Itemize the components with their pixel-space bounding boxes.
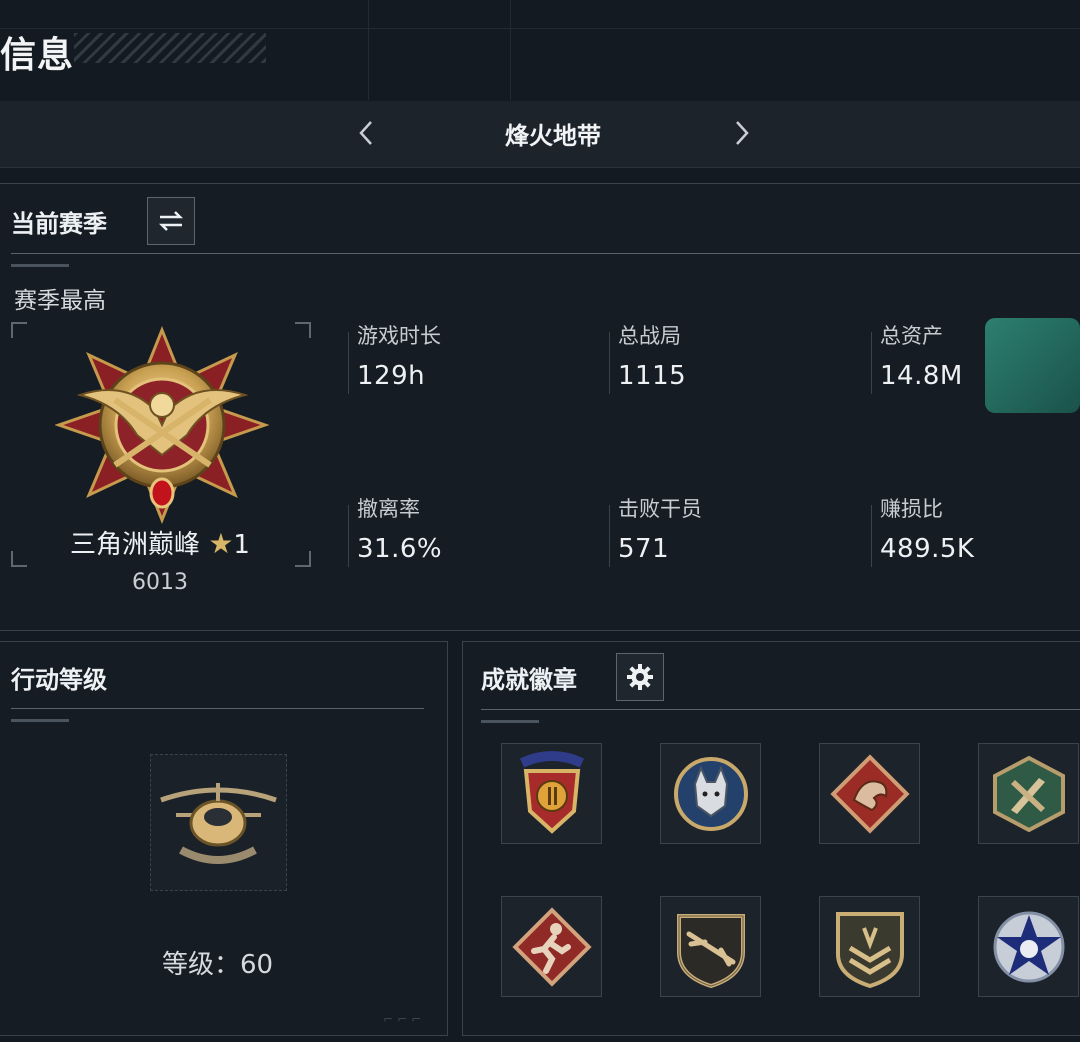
divider-accent — [11, 719, 69, 722]
badge-slot-4[interactable] — [978, 743, 1079, 844]
season-section-title: 当前赛季 — [11, 210, 107, 238]
stat-label-profit-loss-ratio: 赚损比 — [880, 497, 943, 521]
gear-icon — [627, 664, 653, 690]
badge-slot-6[interactable] — [660, 896, 761, 997]
swap-icon — [158, 211, 184, 231]
runner-badge-icon — [511, 906, 592, 987]
badge-slot-1[interactable] — [501, 743, 602, 844]
background-line — [0, 28, 1080, 29]
badge-slot-7[interactable] — [819, 896, 920, 997]
divider-accent — [11, 264, 69, 267]
stat-value-operators-defeated: 571 — [618, 534, 670, 564]
section-divider — [481, 709, 1080, 710]
frame-corner — [11, 551, 27, 567]
rank-score: 6013 — [132, 570, 188, 595]
stat-label-total-matches: 总战局 — [618, 324, 681, 348]
stat-value-total-assets: 14.8M — [880, 361, 963, 391]
stat-label-extraction-rate: 撤离率 — [357, 497, 420, 521]
level-label: 等级： — [161, 950, 240, 980]
stat-value-play-time: 129h — [357, 361, 426, 391]
page-title: 信息 — [0, 35, 75, 76]
rank-title: 三角洲巅峰 ★1 — [30, 524, 290, 561]
stat-separator — [609, 505, 610, 567]
action-level-section-title: 行动等级 — [11, 666, 107, 694]
frame-corner — [11, 322, 27, 338]
badge-slot-5[interactable] — [501, 896, 602, 997]
stat-label-play-time: 游戏时长 — [357, 324, 441, 348]
badge-slot-2[interactable] — [660, 743, 761, 844]
stat-value-extraction-rate: 31.6% — [357, 534, 443, 564]
level-display: 等级：60 — [0, 944, 435, 981]
rifle-badge-icon — [676, 913, 745, 988]
lynx-badge-icon — [673, 756, 748, 831]
stat-value-profit-loss-ratio: 489.5K — [880, 534, 975, 564]
background-line — [510, 0, 511, 100]
badges-section-title: 成就徽章 — [481, 666, 577, 694]
badge-slot-8[interactable] — [978, 896, 1079, 997]
background-line — [368, 0, 369, 100]
rank-name: 三角洲巅峰 — [70, 530, 201, 560]
stat-label-operators-defeated: 击败干员 — [618, 497, 702, 521]
chevron-left-icon — [359, 121, 372, 145]
chevron-right-icon — [736, 121, 749, 145]
stat-separator — [871, 332, 872, 394]
shield-star-badge-icon — [519, 750, 584, 834]
stat-label-total-assets: 总资产 — [880, 324, 943, 348]
star-icon: ★ — [208, 527, 234, 560]
star-emblem-badge-icon — [993, 911, 1064, 982]
frame-corner — [295, 551, 311, 567]
title-decoration — [74, 33, 266, 63]
stat-separator — [871, 505, 872, 567]
helicopter-emblem-icon — [160, 783, 277, 864]
level-emblem-frame — [150, 754, 287, 891]
badge-slot-3[interactable] — [819, 743, 920, 844]
section-divider — [11, 253, 1080, 254]
rank-stars: 1 — [233, 530, 250, 560]
mode-title: 烽火地带 — [505, 122, 601, 150]
frame-corner — [295, 322, 311, 338]
switch-season-button[interactable] — [147, 197, 195, 245]
previous-mode-button[interactable] — [347, 113, 387, 153]
season-best-label: 赛季最高 — [14, 288, 106, 314]
level-value: 60 — [239, 950, 274, 980]
decorative-marks: ⌐⌐⌐ — [383, 1012, 426, 1026]
stat-separator — [348, 505, 349, 567]
next-mode-button[interactable] — [721, 113, 761, 153]
stat-separator — [609, 332, 610, 394]
blurred-item-icon — [985, 318, 1080, 413]
weapons-badge-icon — [992, 755, 1065, 832]
section-divider — [11, 708, 424, 709]
stat-separator — [348, 332, 349, 394]
chevron-shield-badge-icon — [835, 911, 904, 988]
badge-settings-button[interactable] — [616, 653, 664, 701]
stat-value-total-matches: 1115 — [618, 361, 687, 391]
rank-emblem-icon — [55, 325, 270, 525]
divider-accent — [481, 720, 539, 723]
dragon-badge-icon — [829, 753, 910, 834]
